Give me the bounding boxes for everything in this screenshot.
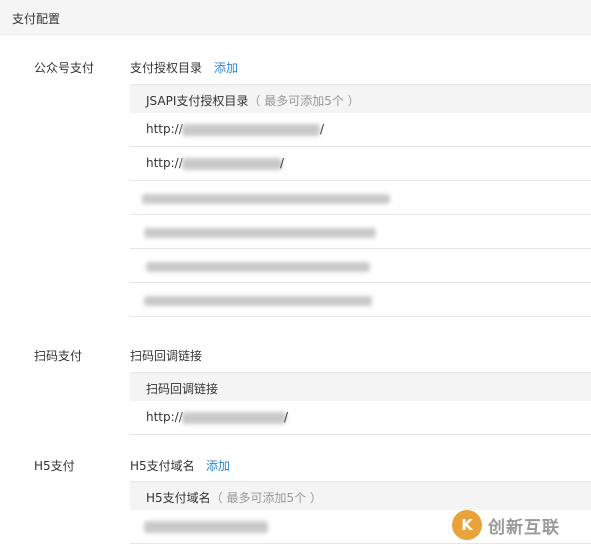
table-row bbox=[130, 215, 591, 249]
redacted-blur bbox=[144, 296, 372, 306]
watermark-text: 创新互联 bbox=[488, 518, 560, 538]
watermark: K 创新互联 bbox=[452, 508, 582, 542]
table-row bbox=[130, 181, 591, 215]
public-table-hint: （ 最多可添加5个 ） bbox=[248, 94, 360, 108]
scan-table-title: 扫码回调链接 bbox=[146, 382, 219, 396]
scan-callback-label: 扫码回调链接 bbox=[130, 349, 203, 363]
public-auth-dir-label: 支付授权目录 bbox=[130, 61, 203, 75]
url-text: http:// bbox=[146, 410, 183, 424]
h5-table-title: H5支付域名 bbox=[146, 491, 211, 505]
brand-logo-icon: K bbox=[452, 510, 482, 540]
section-header: 支付配置 bbox=[0, 0, 591, 35]
redacted-blur bbox=[182, 412, 286, 424]
scan-table-header: 扫码回调链接 bbox=[130, 372, 591, 402]
h5-table-hint: （ 最多可添加5个 ） bbox=[210, 491, 322, 505]
table-row bbox=[130, 283, 591, 317]
redacted-blur bbox=[144, 228, 376, 238]
h5-pay-label: H5支付 bbox=[34, 459, 75, 473]
h5-table-header: H5支付域名（ 最多可添加5个 ） bbox=[130, 481, 591, 511]
table-row bbox=[130, 249, 591, 283]
redacted-blur bbox=[182, 124, 320, 136]
public-add-link[interactable]: 添加 bbox=[214, 59, 238, 76]
h5-domain-label: H5支付域名 bbox=[130, 459, 195, 473]
url-text: http:// bbox=[146, 156, 183, 170]
public-table-title: JSAPI支付授权目录 bbox=[146, 94, 249, 108]
table-row: http:// / bbox=[130, 401, 591, 435]
redacted-blur bbox=[142, 194, 390, 204]
redacted-blur bbox=[182, 158, 282, 170]
h5-add-link[interactable]: 添加 bbox=[206, 457, 230, 474]
section-title: 支付配置 bbox=[12, 12, 61, 26]
url-text: http:// bbox=[146, 122, 183, 136]
public-pay-label: 公众号支付 bbox=[34, 61, 95, 75]
scan-pay-label: 扫码支付 bbox=[34, 349, 83, 363]
public-table-header: JSAPI支付授权目录（ 最多可添加5个 ） bbox=[130, 84, 591, 114]
redacted-blur bbox=[146, 262, 370, 272]
redacted-blur bbox=[144, 521, 268, 533]
table-row: http:// / bbox=[130, 147, 591, 181]
table-row: http:// / bbox=[130, 113, 591, 147]
